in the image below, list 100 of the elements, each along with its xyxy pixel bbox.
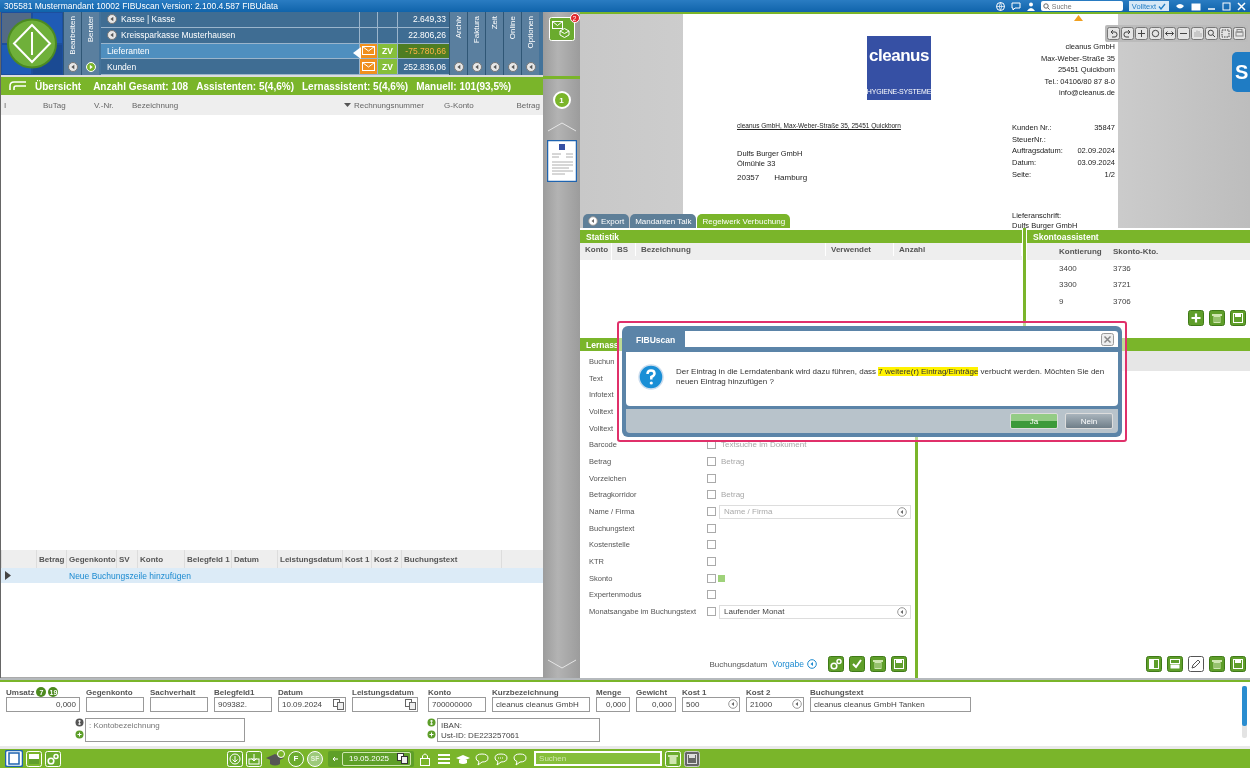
inbox-icon[interactable] [548,17,575,41]
checkbox[interactable] [707,490,716,500]
input-field[interactable] [150,697,208,712]
input-field[interactable]: 0,000 [596,697,630,712]
search-icon[interactable] [1205,27,1218,40]
column-header[interactable]: V.-Nr. [94,100,114,110]
layout-icon[interactable] [5,750,23,767]
side-tab[interactable]: S [1232,52,1250,92]
column-header[interactable]: Rechnungsnummer [354,100,424,110]
side-tab[interactable]: Berater [81,12,99,75]
column-header[interactable]: Bezeichnung [132,100,179,110]
dropdown-field[interactable]: 500 [682,697,740,712]
speech-bubble-icon[interactable] [512,750,529,767]
cancel-button[interactable]: Nein [1065,413,1113,429]
side-tab[interactable]: Archiv [449,12,467,75]
split-layout-icon[interactable] [1167,656,1183,672]
graduation-cap-icon[interactable] [265,749,285,768]
column-header[interactable]: Anzahl [899,245,926,254]
notes-field[interactable]: IBAN: Ust-ID: DE223257061 [437,718,600,742]
side-tab[interactable]: Faktura [467,12,485,75]
side-tab[interactable]: Zeit [485,12,503,75]
envelope-icon[interactable] [362,46,375,56]
chat-icon[interactable] [1010,1,1021,11]
column-header[interactable]: I [4,100,7,110]
close-icon[interactable] [1101,332,1114,346]
coin-icon[interactable] [75,718,85,727]
save-icon[interactable] [1230,656,1246,672]
input-field[interactable]: cleanus cleanus GmbH Tanken [810,697,971,712]
column-header[interactable]: Verwendet [831,245,871,254]
envelope-icon[interactable] [362,62,375,72]
chevron-circle-icon[interactable] [588,216,598,226]
circle-icon[interactable] [1149,27,1162,40]
search-icon[interactable] [1042,2,1050,10]
calendar-icon[interactable] [333,699,344,710]
column-header[interactable]: Konto [585,245,609,254]
column-header[interactable]: Buchungstext [404,554,458,564]
edit-icon[interactable] [1188,656,1204,672]
checkbox[interactable] [707,456,716,466]
tab[interactable]: Mandanten Talk [630,214,697,228]
column-header[interactable]: Betrag [516,100,540,110]
settings-icon[interactable] [828,656,844,672]
checkbox[interactable] [707,440,716,450]
calendar-icon[interactable] [405,699,416,710]
sort-caret-icon[interactable] [344,103,351,107]
zoom-in-icon[interactable] [1135,27,1148,40]
date-field[interactable]: 10.09.2024 [278,697,346,712]
column-header[interactable]: G-Konto [444,100,474,110]
input-field[interactable]: 0,000 [636,697,676,712]
checkbox[interactable] [707,507,716,517]
input-field[interactable]: 700000000 [428,697,486,712]
arrow-circle-icon[interactable] [107,30,117,41]
download-icon[interactable] [227,750,243,767]
app-logo-drawing[interactable] [1,12,63,75]
input-field[interactable]: 0,000 [6,697,80,712]
calendar-icon[interactable] [397,753,409,764]
checkbox[interactable] [707,557,716,567]
user-icon[interactable] [1026,1,1035,11]
trash-icon[interactable] [1209,310,1225,326]
trash-icon[interactable] [870,656,886,672]
confirm-button[interactable]: Ja [1010,413,1058,429]
notes-field[interactable]: : Kontobezeichnung [85,718,245,742]
globe-icon[interactable] [995,1,1005,11]
back-arrow-icon[interactable] [331,754,339,763]
save-icon[interactable] [891,656,907,672]
layout-icon[interactable] [1146,656,1162,672]
input-field[interactable] [86,697,144,712]
page-thumbnail[interactable] [546,140,577,182]
column-header[interactable]: SV [119,554,130,564]
add-icon[interactable] [1188,310,1204,326]
dropdown-field[interactable]: 21000 [746,697,804,712]
side-tab[interactable]: Optionen [521,12,539,75]
column-header[interactable]: Bezeichnung [641,245,691,254]
scroll-down-icon[interactable] [546,659,577,669]
account-row[interactable]: Kunden ZV 252.836,06 [101,59,449,75]
export-icon[interactable] [246,750,262,767]
fit-width-icon[interactable] [1163,27,1176,40]
trash-icon[interactable] [1209,656,1225,672]
column-header[interactable]: Datum [234,554,259,564]
check-icon[interactable] [849,656,865,672]
column-header[interactable]: Belegfeld 1 [187,554,230,564]
search-field[interactable]: Suchen [534,751,663,766]
checkbox[interactable] [707,473,716,483]
zoom-out-icon[interactable] [1177,27,1190,40]
account-row[interactable]: Kasse | Kasse 2.649,33 [101,12,449,28]
tab[interactable]: Export [583,214,630,228]
checkbox[interactable] [707,540,716,550]
rotate-left-icon[interactable] [1107,27,1120,40]
add-booking-row-link[interactable]: Neue Buchungszeile hinzufügen [69,570,191,581]
print-icon[interactable] [1233,27,1246,40]
side-tab[interactable]: Bearbeiten [63,12,81,75]
add-icon[interactable] [427,730,437,739]
maximize-icon[interactable] [1222,1,1231,11]
input-field[interactable]: cleanus cleanus GmbH [492,697,590,712]
column-header[interactable]: Konto [140,554,164,564]
column-header[interactable]: Kost 2 [374,554,399,564]
column-header[interactable]: Kontierung [1055,247,1109,256]
dropdown-link[interactable]: Vorgabe [772,659,817,669]
checkbox[interactable] [707,590,716,600]
add-icon[interactable] [75,730,85,739]
save-icon[interactable] [1230,310,1246,326]
